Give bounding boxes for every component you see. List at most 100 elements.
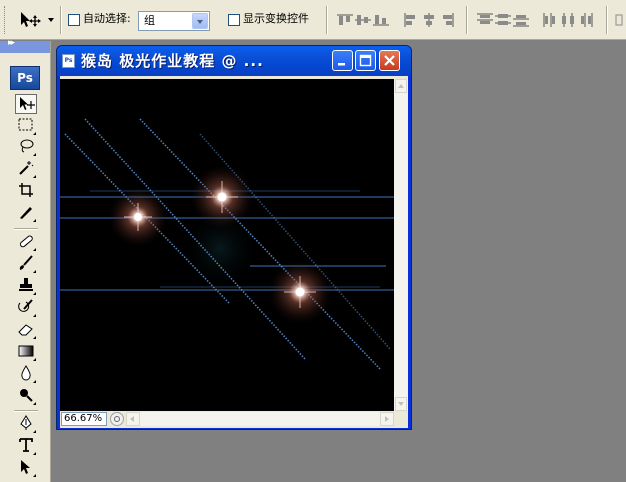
type-tool-button[interactable] xyxy=(15,436,37,456)
path-selection-tool-icon xyxy=(21,460,30,474)
align-vertical-centers-icon[interactable] xyxy=(354,12,372,28)
gradient-tool-icon xyxy=(18,345,34,357)
distribute-left-edges-icon[interactable] xyxy=(542,12,560,28)
document-icon[interactable]: Ps xyxy=(62,54,75,68)
history-brush-tool-button[interactable] xyxy=(15,298,37,318)
pen-tool-button[interactable] xyxy=(15,414,37,434)
separator xyxy=(326,6,328,34)
submenu-indicator xyxy=(33,402,36,405)
auto-align-icon[interactable] xyxy=(614,12,626,28)
tool-preset-picker[interactable] xyxy=(18,10,56,30)
dodge-tool-button[interactable] xyxy=(15,386,37,406)
crop-tool-button[interactable] xyxy=(15,181,37,201)
status-info-button[interactable] xyxy=(110,412,124,426)
submenu-indicator xyxy=(33,292,36,295)
gradient-tool-button[interactable] xyxy=(15,342,37,362)
submenu-indicator xyxy=(33,380,36,383)
submenu-indicator xyxy=(33,314,36,317)
distribute-bottom-edges-icon[interactable] xyxy=(512,12,530,28)
move-tool-icon xyxy=(21,12,41,27)
align-right-edges-icon[interactable] xyxy=(438,12,456,28)
pen-tool-icon xyxy=(20,415,32,430)
vertical-scrollbar[interactable] xyxy=(394,79,408,411)
submenu-indicator xyxy=(33,430,36,433)
toolbox-title-bar[interactable] xyxy=(0,38,50,53)
magic-wand-tool-icon xyxy=(19,161,34,175)
zoom-level-field[interactable]: 66.67% xyxy=(61,412,107,426)
submenu-indicator xyxy=(33,336,36,339)
submenu-indicator xyxy=(33,248,36,251)
scroll-left-arrow-icon[interactable] xyxy=(126,412,140,426)
submenu-indicator xyxy=(33,474,36,477)
distribute-vertical-centers-icon[interactable] xyxy=(494,12,512,28)
auto-select-checkbox[interactable] xyxy=(68,14,80,26)
brush-tool-icon xyxy=(19,255,33,270)
close-icon xyxy=(384,55,395,66)
blur-tool-icon xyxy=(21,365,31,381)
eraser-tool-button[interactable] xyxy=(15,320,37,340)
auto-select-value: 组 xyxy=(144,14,155,27)
submenu-indicator xyxy=(33,153,36,156)
distribute-right-edges-icon[interactable] xyxy=(578,12,596,28)
toolbox-separator xyxy=(14,228,38,230)
document-window: Ps 猴岛 极光作业教程 @ ... 66.67% xyxy=(56,45,412,430)
marquee-tool-button[interactable] xyxy=(15,116,37,136)
separator xyxy=(60,6,62,34)
move-tool-icon xyxy=(20,97,35,110)
resize-grip[interactable] xyxy=(394,412,408,426)
lasso-tool-button[interactable] xyxy=(15,137,37,157)
slice-tool-button[interactable] xyxy=(15,203,37,223)
type-tool-icon xyxy=(19,438,33,452)
auto-select-dropdown[interactable]: 组 xyxy=(138,11,210,31)
scroll-right-arrow-icon[interactable] xyxy=(380,412,394,426)
submenu-indicator xyxy=(33,175,36,178)
submenu-indicator xyxy=(33,452,36,455)
document-status-bar: 66.67% xyxy=(60,411,408,427)
show-transform-label: 显示变换控件 xyxy=(243,12,309,25)
toolbox-separator xyxy=(14,410,38,412)
healing-brush-tool-button[interactable] xyxy=(15,232,37,252)
options-bar-grip[interactable] xyxy=(4,6,8,34)
minimize-button[interactable] xyxy=(332,50,353,71)
clone-stamp-tool-icon xyxy=(19,278,33,291)
horizontal-scrollbar[interactable] xyxy=(126,412,394,426)
auto-select-label: 自动选择: xyxy=(83,12,131,25)
submenu-indicator xyxy=(33,219,36,222)
scroll-up-arrow-icon[interactable] xyxy=(395,79,407,93)
dodge-tool-icon xyxy=(20,389,33,402)
marquee-tool-icon xyxy=(18,118,33,131)
move-tool-button[interactable] xyxy=(15,94,37,114)
brush-tool-button[interactable] xyxy=(15,254,37,274)
distribute-horizontal-centers-icon[interactable] xyxy=(560,12,578,28)
show-transform-checkbox[interactable] xyxy=(228,14,240,26)
document-content: 66.67% xyxy=(60,76,408,428)
maximize-button[interactable] xyxy=(355,50,376,71)
magic-wand-tool-button[interactable] xyxy=(15,159,37,179)
scroll-down-arrow-icon[interactable] xyxy=(395,397,407,411)
align-top-edges-icon[interactable] xyxy=(336,12,354,28)
lasso-tool-icon xyxy=(20,139,34,153)
clone-stamp-tool-button[interactable] xyxy=(15,276,37,296)
align-bottom-edges-icon[interactable] xyxy=(372,12,390,28)
chevron-down-icon xyxy=(48,18,54,22)
history-brush-tool-icon xyxy=(18,299,33,312)
image-canvas[interactable] xyxy=(60,79,394,411)
align-horizontal-centers-icon[interactable] xyxy=(420,12,438,28)
slice-tool-icon xyxy=(20,207,32,219)
submenu-indicator xyxy=(33,270,36,273)
distribute-top-edges-icon[interactable] xyxy=(476,12,494,28)
separator xyxy=(606,6,608,34)
eraser-tool-icon xyxy=(18,324,33,336)
submenu-indicator xyxy=(33,358,36,361)
close-button[interactable] xyxy=(379,50,400,71)
healing-brush-tool-icon xyxy=(19,235,33,248)
separator xyxy=(466,6,468,34)
path-selection-tool-button[interactable] xyxy=(15,458,37,478)
blur-tool-button[interactable] xyxy=(15,364,37,384)
photoshop-logo[interactable]: Ps xyxy=(10,66,40,90)
document-title: 猴岛 极光作业教程 @ ... xyxy=(81,52,264,70)
document-title-bar[interactable]: Ps 猴岛 极光作业教程 @ ... xyxy=(57,46,411,76)
maximize-icon xyxy=(359,54,372,67)
align-left-edges-icon[interactable] xyxy=(402,12,420,28)
chevron-down-icon[interactable] xyxy=(192,13,208,29)
